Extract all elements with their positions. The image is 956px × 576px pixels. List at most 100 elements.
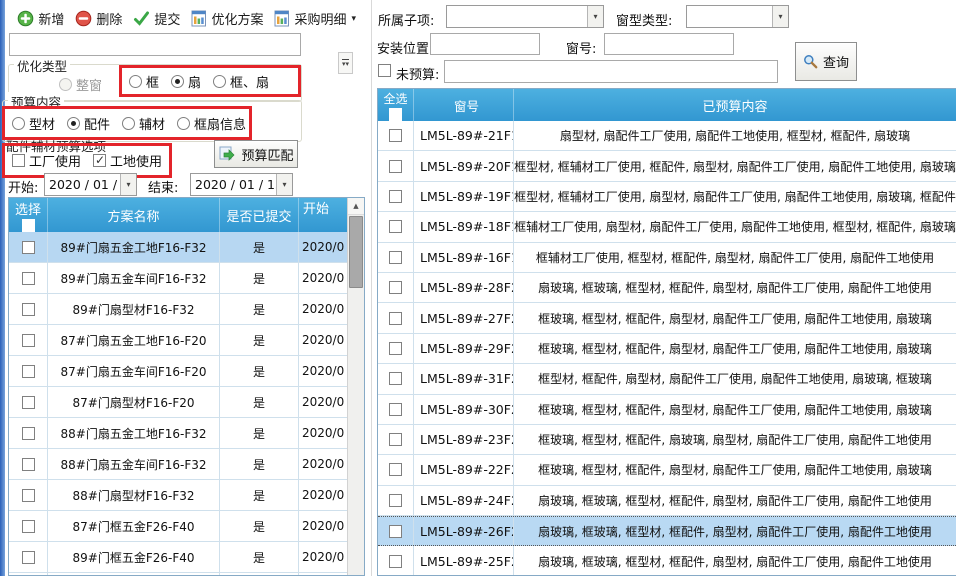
budget-table-row[interactable]: LM5L-89#-25F23扇玻璃, 框玻璃, 框型材, 框配件, 扇型材, 扇… (378, 546, 956, 576)
plan-header-name[interactable]: 方案名称 (47, 198, 219, 232)
plan-header-submitted[interactable]: 是否已提交 (219, 198, 298, 232)
budget-table-row[interactable]: LM5L-89#-26F24扇玻璃, 框玻璃, 框型材, 框配件, 扇型材, 扇… (378, 516, 956, 546)
plan-row-checkbox[interactable] (22, 551, 35, 564)
submit-button[interactable]: 提交 (130, 7, 183, 30)
budget-header-content[interactable]: 已预算内容 (513, 89, 956, 121)
add-button[interactable]: 新增 (14, 7, 67, 30)
budget-table-row[interactable]: LM5L-89#-18F16框辅材工厂使用, 扇型材, 扇配件工厂使用, 扇配件… (378, 212, 956, 242)
plan-row-checkbox[interactable] (22, 365, 35, 378)
no-budget-input[interactable] (444, 60, 778, 83)
budget-table-row[interactable]: LM5L-89#-22F20框玻璃, 框型材, 框配件, 扇型材, 扇配件工厂使… (378, 455, 956, 485)
budget-row-checkbox[interactable] (389, 160, 402, 173)
budget-row-select-cell (378, 273, 413, 302)
budget-row-checkbox[interactable] (389, 555, 402, 568)
radio-option[interactable]: 辅材 (122, 114, 165, 133)
radio-option[interactable]: 扇 (171, 72, 201, 91)
end-date-dropdown-icon[interactable]: ▾ (276, 174, 292, 195)
plan-table-row[interactable]: 89#门框五金F26-F40是2020/0 (9, 542, 364, 573)
budget-row-checkbox[interactable] (389, 433, 402, 446)
plan-table-row[interactable]: 87#门扇型材F16-F20是2020/0 (9, 387, 364, 418)
window-no-input[interactable] (604, 33, 734, 55)
plan-table-row[interactable]: 89#门扇五金车间F16-F32是2020/0 (9, 263, 364, 294)
plan-row-checkbox[interactable] (22, 303, 35, 316)
budget-row-checkbox[interactable] (389, 281, 402, 294)
panel-splitter[interactable] (371, 0, 372, 576)
plan-table-row[interactable]: 87#门框五金F26-F40是2020/0 (9, 511, 364, 542)
budget-row-checkbox[interactable] (389, 342, 402, 355)
start-date-picker[interactable]: 2020 / 01 / 1 ▾ (44, 173, 137, 196)
budget-row-checkbox[interactable] (389, 220, 402, 233)
budget-table-row[interactable]: LM5L-89#-20F18框型材, 框辅材工厂使用, 框配件, 扇型材, 扇配… (378, 151, 956, 181)
radio-option[interactable]: 框、扇 (213, 72, 269, 91)
budget-row-checkbox[interactable] (389, 129, 402, 142)
end-date-picker[interactable]: 2020 / 01 / 13 ▾ (190, 173, 293, 196)
start-date-label: 开始: (8, 177, 38, 196)
plan-row-checkbox[interactable] (22, 334, 35, 347)
plan-row-checkbox[interactable] (22, 241, 35, 254)
plan-name-cell: 88#门扇五金车间F16-F32 (47, 449, 219, 479)
plan-table-row[interactable]: 88#门扇五金工地F16-F32是2020/0 (9, 418, 364, 449)
plan-table-row[interactable]: 89#门扇型材F16-F32是2020/0 (9, 294, 364, 325)
purchase-detail-sheet-icon (274, 10, 290, 27)
budget-window-no-cell: LM5L-89#-16F15 (413, 243, 513, 272)
budget-row-checkbox[interactable] (389, 372, 402, 385)
delete-icon (75, 10, 92, 27)
budget-table-row[interactable]: LM5L-89#-16F15框辅材工厂使用, 框型材, 框配件, 扇型材, 扇配… (378, 243, 956, 273)
budget-row-checkbox[interactable] (389, 525, 402, 538)
delete-button[interactable]: 删除 (72, 7, 125, 30)
plan-row-checkbox[interactable] (22, 427, 35, 440)
budget-row-checkbox[interactable] (389, 251, 402, 264)
plan-table-scrollbar[interactable]: ▲ (347, 198, 364, 575)
budget-header-window-no[interactable]: 窗号 (413, 89, 513, 121)
sub-item-dropdown-icon[interactable]: ▾ (587, 6, 603, 27)
plan-table-row[interactable]: 88#门扇五金车间F16-F32是2020/0 (9, 449, 364, 480)
plan-row-checkbox[interactable] (22, 489, 35, 502)
scrollbar-thumb[interactable] (349, 216, 363, 288)
checkbox-option[interactable]: 工地使用 (93, 151, 162, 170)
optimize-plan-button[interactable]: 优化方案 (188, 7, 266, 30)
budget-table-row[interactable]: LM5L-89#-23F21框玻璃, 框型材, 框配件, 扇玻璃, 扇型材, 扇… (378, 425, 956, 455)
radio-option[interactable]: 型材 (12, 114, 55, 133)
plan-row-checkbox[interactable] (22, 520, 35, 533)
scrollbar-up-icon[interactable]: ▲ (348, 198, 364, 215)
chevron-down-icon: ▾ (351, 14, 356, 24)
radio-option[interactable]: 配件 (67, 114, 110, 133)
plan-table-row[interactable]: 87#门扇五金车间F16-F20是2020/0 (9, 356, 364, 387)
budget-row-checkbox[interactable] (389, 312, 402, 325)
sub-item-combobox[interactable]: ▾ (446, 5, 604, 28)
budget-table-row[interactable]: LM5L-89#-19F17框型材, 框辅材工厂使用, 扇型材, 扇配件工厂使用… (378, 182, 956, 212)
plan-table-row[interactable]: 89#门扇五金工地F16-F32是2020/0 (9, 232, 364, 263)
budget-table-row[interactable]: LM5L-89#-27F25框玻璃, 框型材, 框配件, 扇型材, 扇配件工厂使… (378, 303, 956, 333)
plan-filter-input[interactable] (9, 33, 301, 56)
budget-table-row[interactable]: LM5L-89#-30F28框玻璃, 框型材, 框配件, 扇型材, 扇配件工厂使… (378, 395, 956, 425)
plan-table-row[interactable]: 88#门扇型材F16-F32是2020/0 (9, 480, 364, 511)
query-button[interactable]: 查询 (795, 42, 857, 81)
toolbar-overflow-button[interactable]: ▾▾ (338, 52, 353, 74)
budget-table-row[interactable]: LM5L-89#-28F26扇玻璃, 框玻璃, 框型材, 框配件, 扇型材, 扇… (378, 273, 956, 303)
start-date-dropdown-icon[interactable]: ▾ (120, 174, 136, 195)
window-type-combobox[interactable]: ▾ (686, 5, 789, 28)
budget-row-checkbox[interactable] (389, 494, 402, 507)
install-position-input[interactable] (430, 33, 540, 55)
plan-row-checkbox[interactable] (22, 272, 35, 285)
budget-row-checkbox[interactable] (389, 190, 402, 203)
radio-option[interactable]: 框扇信息 (177, 114, 246, 133)
budget-match-button[interactable]: 预算匹配 (214, 140, 298, 168)
budget-row-checkbox[interactable] (389, 463, 402, 476)
budget-table-header: 全选 窗号 已预算内容 (378, 89, 956, 121)
budget-table-row[interactable]: LM5L-89#-31F29框型材, 框配件, 扇型材, 扇配件工厂使用, 扇配… (378, 364, 956, 394)
window-type-dropdown-icon[interactable]: ▾ (772, 6, 788, 27)
plan-row-checkbox[interactable] (22, 396, 35, 409)
budget-table-row[interactable]: LM5L-89#-21F19扇型材, 扇配件工厂使用, 扇配件工地使用, 框型材… (378, 121, 956, 151)
radio-option[interactable]: 框 (129, 72, 159, 91)
plan-row-checkbox[interactable] (22, 458, 35, 471)
no-budget-checkbox[interactable] (378, 64, 391, 77)
plan-select-all-checkbox[interactable] (22, 219, 35, 232)
purchase-detail-button[interactable]: 采购明细 ▾ (271, 7, 359, 30)
budget-row-checkbox[interactable] (389, 403, 402, 416)
budget-select-all-checkbox[interactable] (389, 108, 402, 121)
budget-table-row[interactable]: LM5L-89#-24F22扇玻璃, 框玻璃, 框型材, 框配件, 扇型材, 扇… (378, 486, 956, 516)
plan-table-row[interactable]: 87#门扇五金工地F16-F20是2020/0 (9, 325, 364, 356)
budget-table-row[interactable]: LM5L-89#-29F27框玻璃, 框型材, 框配件, 扇型材, 扇配件工厂使… (378, 334, 956, 364)
checkbox-option[interactable]: 工厂使用 (12, 151, 81, 170)
